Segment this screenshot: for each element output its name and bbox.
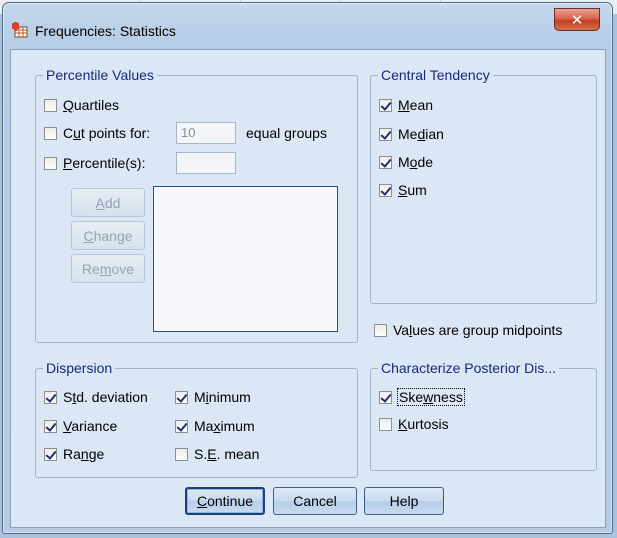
kurtosis-checkbox-row[interactable]: Kurtosis	[379, 416, 449, 432]
kurtosis-checkbox[interactable]	[379, 417, 392, 431]
dispersion-group: Dispersion Std. deviation Minimum Varian…	[35, 360, 358, 478]
percentile-values-group: Percentile Values Quartiles Cut points f…	[35, 67, 358, 343]
percentiles-input[interactable]	[176, 152, 236, 174]
group-midpoints-checkbox-row[interactable]: Values are group midpoints	[374, 322, 562, 338]
maximum-checkbox[interactable]	[175, 419, 188, 433]
std-deviation-checkbox-row[interactable]: Std. deviation	[44, 389, 148, 405]
mean-label: Mean	[398, 97, 434, 113]
dialog-client-area: Percentile Values Quartiles Cut points f…	[10, 49, 606, 528]
median-checkbox[interactable]	[379, 127, 392, 141]
std-deviation-label: Std. deviation	[63, 389, 148, 405]
skewness-checkbox[interactable]	[379, 390, 392, 404]
cut-points-checkbox-row[interactable]: Cut points for:	[44, 125, 150, 141]
group-midpoints-label: Values are group midpoints	[393, 322, 563, 338]
mean-checkbox-row[interactable]: Mean	[379, 97, 433, 113]
range-checkbox[interactable]	[44, 447, 57, 461]
sum-checkbox-row[interactable]: Sum	[379, 182, 427, 198]
kurtosis-label: Kurtosis	[398, 416, 449, 432]
central-tendency-group: Central Tendency Mean Median Mode Sum	[370, 67, 597, 304]
variance-label: Variance	[63, 418, 118, 434]
cancel-button[interactable]: Cancel	[273, 487, 357, 515]
dispersion-legend: Dispersion	[43, 360, 116, 376]
minimum-checkbox-row[interactable]: Minimum	[175, 389, 251, 405]
skewness-checkbox-row[interactable]: Skewness	[379, 388, 465, 406]
central-tendency-legend: Central Tendency	[378, 67, 493, 83]
dialog-title: Frequencies: Statistics	[35, 23, 176, 39]
percentile-values-legend: Percentile Values	[43, 67, 157, 83]
range-label: Range	[63, 446, 105, 462]
quartiles-checkbox[interactable]	[44, 98, 57, 112]
sum-label: Sum	[398, 182, 427, 198]
minimum-label: Minimum	[194, 389, 251, 405]
help-button[interactable]: Help	[364, 487, 444, 515]
quartiles-checkbox-row[interactable]: Quartiles	[44, 97, 119, 113]
posterior-distribution-legend: Characterize Posterior Dis...	[378, 360, 560, 376]
median-checkbox-row[interactable]: Median	[379, 126, 444, 142]
range-checkbox-row[interactable]: Range	[44, 446, 104, 462]
mode-checkbox[interactable]	[379, 155, 392, 169]
close-icon: ✕	[570, 10, 584, 29]
maximum-checkbox-row[interactable]: Maximum	[175, 418, 255, 434]
mode-checkbox-row[interactable]: Mode	[379, 154, 433, 170]
std-deviation-checkbox[interactable]	[44, 390, 57, 404]
percentiles-checkbox[interactable]	[44, 156, 57, 170]
close-button[interactable]: ✕	[554, 8, 600, 31]
percentiles-checkbox-row[interactable]: Percentile(s):	[44, 155, 145, 171]
variance-checkbox[interactable]	[44, 419, 57, 433]
variance-checkbox-row[interactable]: Variance	[44, 418, 117, 434]
cut-points-checkbox[interactable]	[44, 126, 57, 140]
maximum-label: Maximum	[194, 418, 255, 434]
percentiles-label: Percentile(s):	[63, 155, 146, 171]
skewness-label: Skewness	[397, 388, 465, 406]
se-mean-checkbox-row[interactable]: S.E. mean	[175, 446, 259, 462]
cut-points-label: Cut points for:	[63, 125, 151, 141]
mode-label: Mode	[398, 154, 434, 170]
group-midpoints-checkbox[interactable]	[374, 323, 387, 337]
remove-button[interactable]: Re m ove	[71, 254, 145, 283]
posterior-distribution-group: Characterize Posterior Dis... Skewness K…	[370, 360, 597, 471]
equal-groups-label: equal groups	[246, 125, 327, 141]
mean-checkbox[interactable]	[379, 98, 392, 112]
quartiles-label: Quartiles	[63, 97, 120, 113]
dialog-window: Frequencies: Statistics ✕ Percentile Val…	[2, 2, 613, 534]
median-label: Median	[398, 126, 444, 142]
add-button[interactable]: Add	[71, 188, 145, 217]
minimum-checkbox[interactable]	[175, 390, 188, 404]
se-mean-label: S.E. mean	[194, 446, 260, 462]
percentiles-listbox[interactable]	[153, 186, 338, 332]
change-button[interactable]: Change	[71, 221, 145, 250]
continue-button[interactable]: Continue	[185, 487, 265, 515]
se-mean-checkbox[interactable]	[175, 447, 188, 461]
sum-checkbox[interactable]	[379, 183, 392, 197]
spss-table-icon	[12, 22, 28, 38]
cut-points-input[interactable]: 10	[176, 122, 236, 144]
